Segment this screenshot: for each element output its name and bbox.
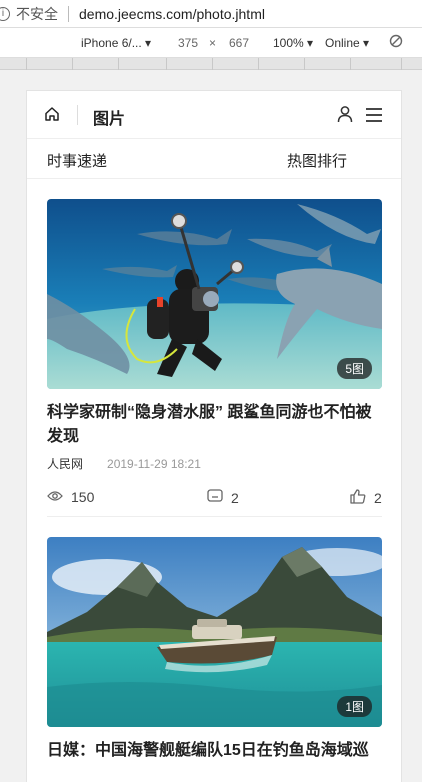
photo-count-badge: 5图 xyxy=(337,358,372,379)
tab-ranking[interactable]: 热图排行 xyxy=(287,150,347,171)
divider xyxy=(47,516,382,517)
tab-bar: 时事速递 热图排行 xyxy=(27,139,401,179)
address-bar[interactable]: i 不安全 demo.jeecms.com/photo.jhtml xyxy=(0,0,422,28)
article-title[interactable]: 日媒：中国海警舰艇编队15日在钓鱼岛海域巡 xyxy=(47,739,382,763)
menu-icon[interactable] xyxy=(365,107,383,128)
url-text[interactable]: demo.jeecms.com/photo.jhtml xyxy=(79,6,265,22)
views-stat: 150 xyxy=(47,489,94,505)
likes-count: 2 xyxy=(374,490,382,506)
views-count: 150 xyxy=(71,489,95,505)
thumbs-up-icon xyxy=(350,489,374,507)
article-meta: 人民网 2019-11-29 18:21 xyxy=(47,455,382,472)
ruler xyxy=(0,58,422,70)
home-icon[interactable] xyxy=(44,106,60,127)
device-select[interactable]: iPhone 6/... ▾ xyxy=(81,36,151,50)
page-title: 图片 xyxy=(93,111,126,128)
divider xyxy=(77,105,78,125)
article-title[interactable]: 科学家研制“隐身潜水服” 跟鲨鱼同游也不怕被发现 xyxy=(47,401,382,449)
likes-stat[interactable]: 2 xyxy=(350,489,382,507)
comment-icon xyxy=(207,489,231,506)
photo-count-badge: 1图 xyxy=(337,696,372,717)
comments-count: 2 xyxy=(231,489,239,506)
rotate-icon[interactable] xyxy=(389,34,403,51)
user-icon[interactable] xyxy=(337,105,353,128)
article-date: 2019-11-29 18:21 xyxy=(107,457,201,471)
comments-stat[interactable]: 2 xyxy=(207,489,239,506)
article-card[interactable]: 5图 科学家研制“隐身潜水服” 跟鲨鱼同游也不怕被发现 人民网 2019-11-2… xyxy=(47,199,382,514)
tab-news[interactable]: 时事速递 xyxy=(47,150,107,171)
divider xyxy=(68,5,69,22)
article-stats: 150 2 2 xyxy=(47,484,382,514)
security-label[interactable]: 不安全 xyxy=(16,4,58,24)
device-toolbar: iPhone 6/... ▾ 375 × 667 100% ▾ Online ▾ xyxy=(0,28,422,58)
mobile-page: 图片 时事速递 热图排行 5图 科学家研制“隐身潜水服” 跟鲨鱼同游也不怕被发现… xyxy=(26,91,402,782)
article-image[interactable]: 1图 xyxy=(47,537,382,727)
info-icon[interactable]: i xyxy=(0,6,10,21)
width-input[interactable]: 375 xyxy=(178,36,198,50)
zoom-select[interactable]: 100% ▾ xyxy=(273,36,313,50)
article-source: 人民网 xyxy=(47,457,84,471)
network-select[interactable]: Online ▾ xyxy=(325,36,369,50)
height-input[interactable]: 667 xyxy=(229,36,249,50)
eye-icon xyxy=(47,489,71,505)
article-image[interactable]: 5图 xyxy=(47,199,382,389)
times-sign: × xyxy=(209,36,217,50)
page-header: 图片 xyxy=(27,91,401,139)
article-card[interactable]: 1图 日媒：中国海警舰艇编队15日在钓鱼岛海域巡 xyxy=(47,537,382,763)
